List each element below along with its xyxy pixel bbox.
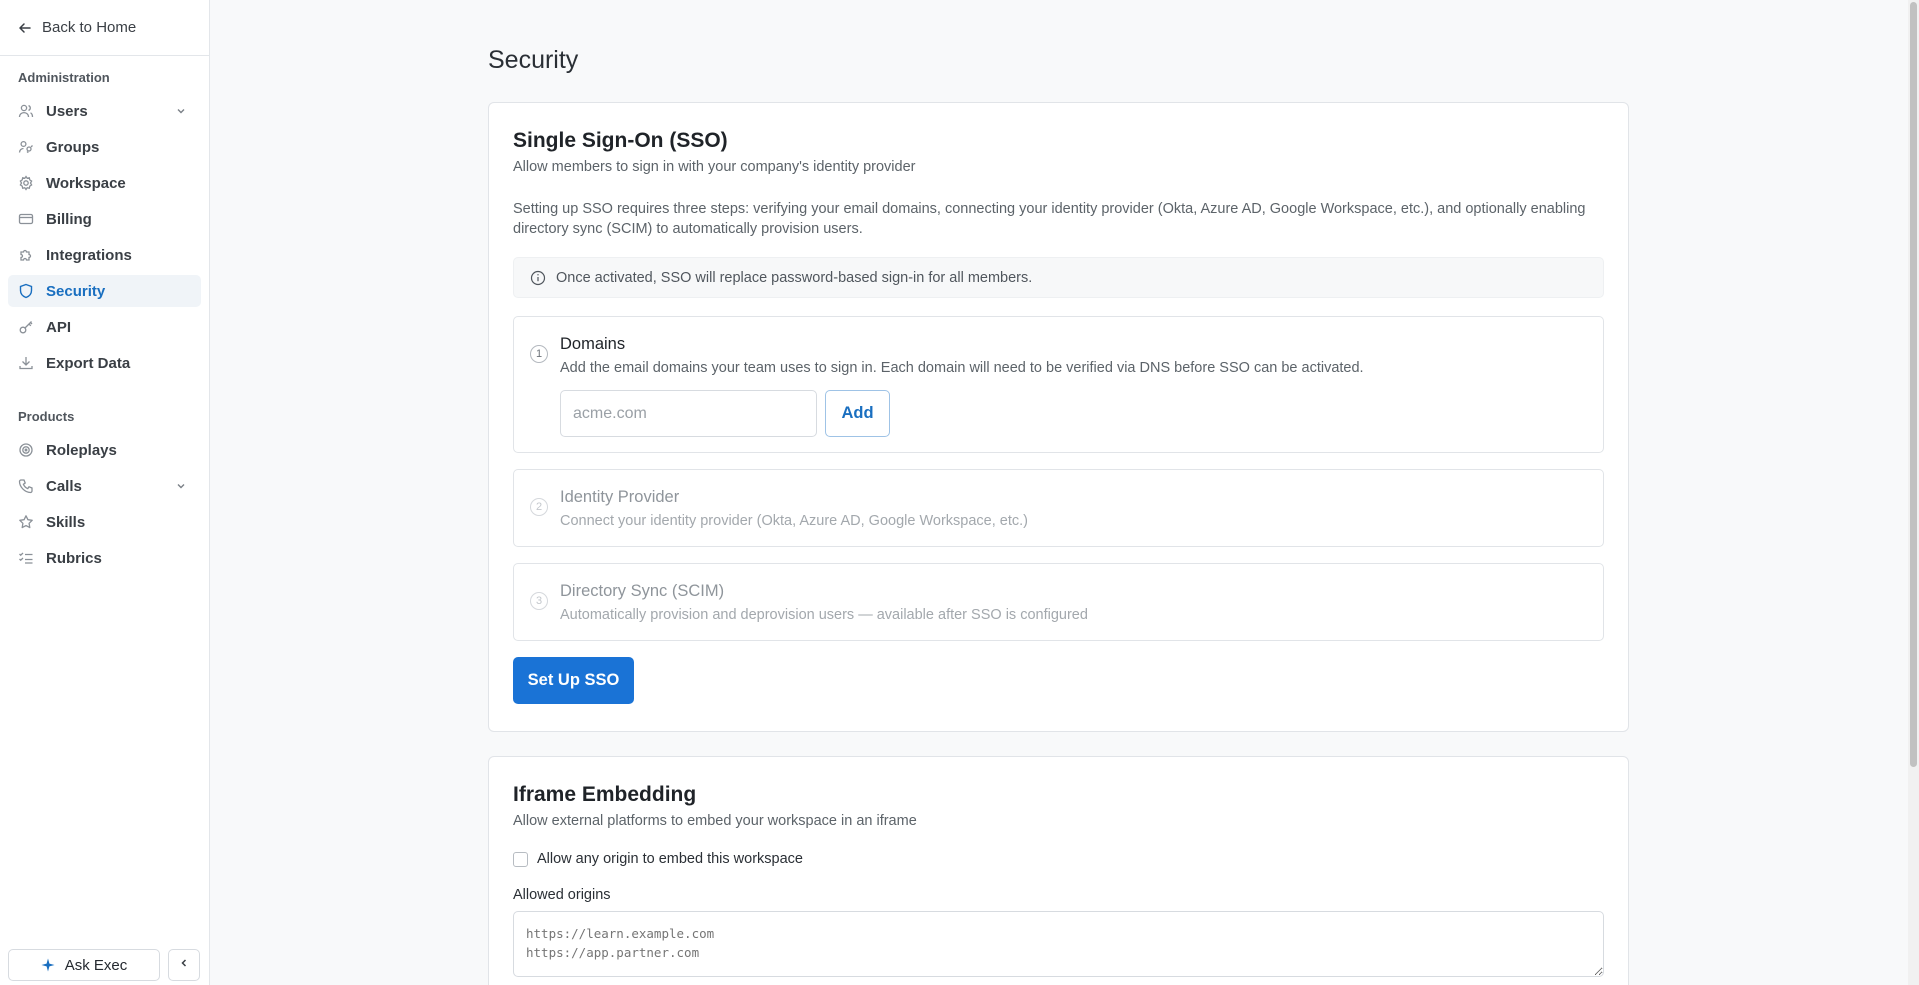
sidebar-item-integrations[interactable]: Integrations (8, 239, 201, 271)
sidebar-item-roleplays[interactable]: Roleplays (8, 434, 201, 466)
sso-description: Setting up SSO requires three steps: ver… (513, 201, 1586, 237)
sidebar-item-label: Export Data (46, 354, 131, 372)
sidebar-item-security[interactable]: Security (8, 275, 201, 307)
sso-title: Single Sign-On (SSO) (513, 129, 728, 152)
sidebar-item-label: Rubrics (46, 549, 102, 567)
allow-any-origin-row: Allow any origin to embed this workspace (513, 851, 1604, 867)
allowed-origins-label: Allowed origins (513, 887, 611, 903)
products-section-label: Products (18, 409, 75, 424)
sidebar-item-label: Billing (46, 210, 92, 228)
sidebar-item-label: Integrations (46, 246, 132, 264)
chevron-left-icon (178, 956, 190, 974)
sidebar-item-label: Users (46, 102, 88, 120)
step-subtitle: Connect your identity provider (Okta, Az… (560, 513, 1028, 529)
set-up-sso-button[interactable]: Set Up SSO (513, 657, 634, 704)
sidebar-footer: Ask Exec (8, 949, 200, 981)
page-title: Security (488, 46, 579, 74)
list-check-icon (18, 550, 34, 566)
sidebar-item-rubrics[interactable]: Rubrics (8, 542, 201, 574)
step-number: 1 (530, 345, 548, 363)
chevron-down-icon (175, 105, 187, 117)
sidebar-item-label: Calls (46, 477, 82, 495)
sidebar-item-label: API (46, 318, 72, 336)
domain-entry-row: Add (560, 390, 1603, 437)
step-title: Identity Provider (560, 488, 680, 506)
sidebar-item-billing[interactable]: Billing (8, 203, 201, 235)
sidebar-item-users[interactable]: Users (8, 95, 201, 127)
step-identity-provider: 2 Identity Provider Connect your identit… (513, 469, 1604, 547)
iframe-title: Iframe Embedding (513, 783, 697, 806)
page-scrollbar[interactable] (1908, 0, 1919, 985)
key-icon (18, 319, 34, 335)
main-content: Security Single Sign-On (SSO) Allow memb… (211, 0, 1908, 985)
iframe-embedding-card: Iframe Embedding Allow external platform… (488, 756, 1629, 985)
phone-icon (18, 478, 34, 494)
step-subtitle: Automatically provision and deprovision … (560, 607, 1088, 623)
info-icon (530, 270, 546, 286)
step-number: 2 (530, 498, 548, 516)
back-to-home-link[interactable]: Back to Home (0, 0, 209, 56)
download-icon (18, 355, 34, 371)
step-title: Directory Sync (SCIM) (560, 582, 725, 600)
sidebar-item-export-data[interactable]: Export Data (8, 347, 201, 379)
sidebar-item-label: Security (46, 282, 106, 300)
add-domain-button[interactable]: Add (825, 390, 890, 437)
credit-card-icon (18, 211, 34, 227)
gear-icon (18, 175, 34, 191)
administration-section-label: Administration (18, 70, 110, 85)
sidebar: Back to Home Administration Users Groups… (0, 0, 210, 985)
sidebar-item-skills[interactable]: Skills (8, 506, 201, 538)
allow-any-origin-checkbox[interactable] (513, 851, 528, 867)
ask-exec-label: Ask Exec (64, 956, 128, 974)
step-directory-sync: 3 Directory Sync (SCIM) Automatically pr… (513, 563, 1604, 641)
step-title: Domains (560, 335, 626, 353)
collapse-sidebar-button[interactable] (168, 949, 200, 981)
users-icon (18, 103, 34, 119)
sso-info-banner: Once activated, SSO will replace passwor… (513, 257, 1604, 298)
sparkle-icon (41, 958, 55, 972)
domain-input[interactable] (560, 390, 817, 437)
back-to-home-label: Back to Home (42, 19, 137, 36)
sidebar-item-label: Groups (46, 138, 100, 156)
sidebar-item-label: Skills (46, 513, 86, 531)
sidebar-item-groups[interactable]: Groups (8, 131, 201, 163)
step-subtitle: Add the email domains your team uses to … (560, 360, 1364, 376)
step-domains: 1 Domains Add the email domains your tea… (513, 316, 1604, 453)
groups-icon (18, 139, 34, 155)
sidebar-item-calls[interactable]: Calls (8, 470, 201, 502)
allowed-origins-textarea[interactable] (513, 911, 1604, 977)
sidebar-item-label: Roleplays (46, 441, 117, 459)
star-icon (18, 514, 34, 530)
scrollbar-thumb[interactable] (1910, 2, 1917, 767)
target-icon (18, 442, 34, 458)
ask-exec-button[interactable]: Ask Exec (8, 949, 160, 981)
sso-info-text: Once activated, SSO will replace passwor… (556, 269, 1033, 286)
sidebar-item-label: Workspace (46, 174, 126, 192)
shield-icon (18, 283, 34, 299)
chevron-down-icon (175, 480, 187, 492)
arrow-left-icon (18, 21, 32, 35)
iframe-subtitle: Allow external platforms to embed your w… (513, 813, 917, 829)
sidebar-item-workspace[interactable]: Workspace (8, 167, 201, 199)
allow-any-origin-label: Allow any origin to embed this workspace (537, 851, 803, 867)
sidebar-item-api[interactable]: API (8, 311, 201, 343)
puzzle-icon (18, 247, 34, 263)
sso-subtitle: Allow members to sign in with your compa… (513, 159, 916, 175)
step-number: 3 (530, 592, 548, 610)
sso-card: Single Sign-On (SSO) Allow members to si… (488, 102, 1629, 732)
